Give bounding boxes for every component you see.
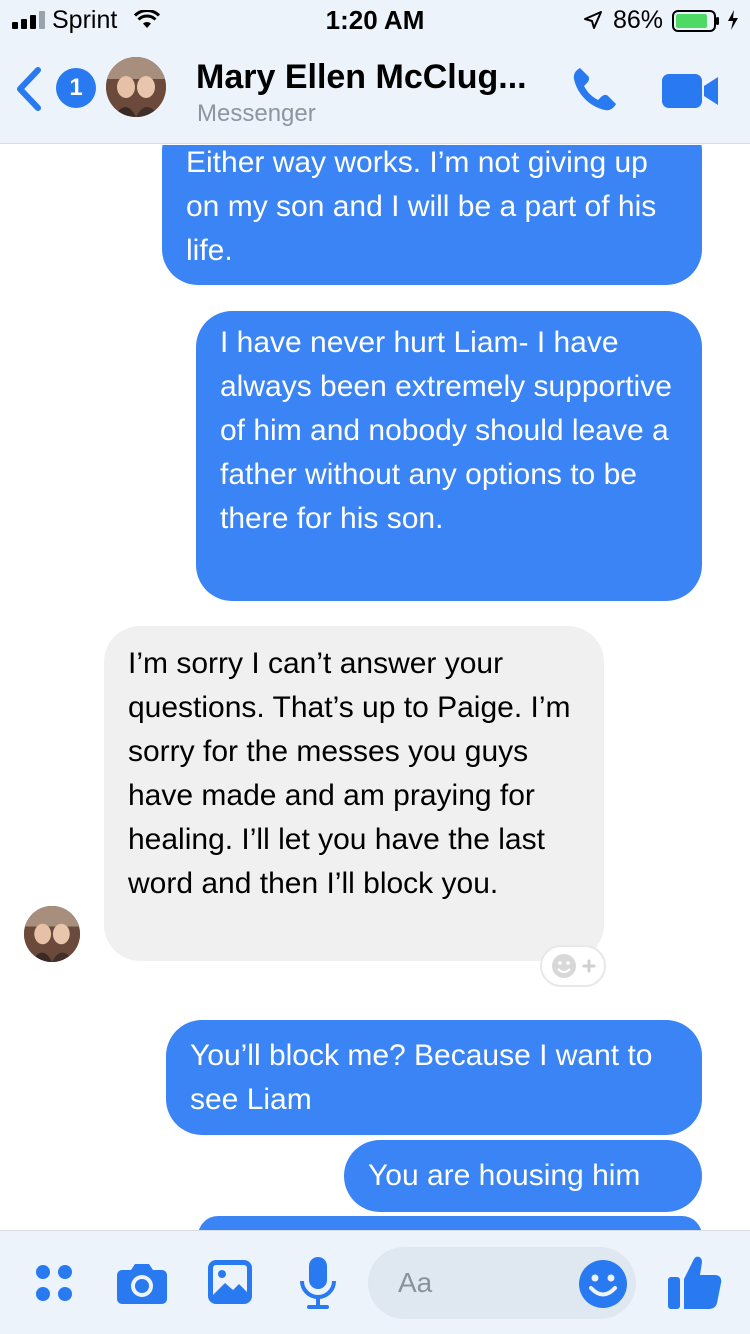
message-bubble-outgoing[interactable]: You are housing him [344,1140,702,1212]
location-arrow-icon [584,11,602,29]
message-bubble-incoming[interactable]: I’m sorry I can’t answer your questions.… [104,626,604,961]
add-reaction-button[interactable] [540,945,606,987]
message-bubble-outgoing[interactable]: Either way works. I’m not giving up on m… [162,145,702,285]
message-thread[interactable]: Either way works. I’m not giving up on m… [0,145,750,1230]
more-apps-icon[interactable] [34,1263,74,1303]
avatar[interactable] [106,57,166,117]
contact-subtitle: Messenger [197,100,316,127]
status-bar: Sprint 1:20 AM 86% [0,0,750,40]
message-bubble-outgoing[interactable]: You’ll block me? Because I want to see L… [166,1020,702,1135]
battery-percent: 86% [613,6,664,34]
emoji-icon[interactable] [578,1259,628,1309]
back-button[interactable]: 1 [14,62,96,118]
composer-bar [0,1230,750,1334]
microphone-icon[interactable] [298,1255,338,1311]
add-reaction-icon [552,954,596,978]
message-bubble-outgoing[interactable]: I have never hurt Liam- I have always be… [196,311,702,601]
battery-icon [672,10,719,32]
thumbs-up-icon[interactable] [666,1253,722,1311]
sender-avatar[interactable] [24,906,80,962]
phone-icon[interactable] [570,64,620,114]
video-camera-icon[interactable] [662,72,720,110]
unread-count-badge: 1 [56,68,96,108]
message-bubble-outgoing-partial[interactable] [198,1216,702,1230]
gallery-icon[interactable] [207,1259,253,1305]
contact-name[interactable]: Mary Ellen McClug... [196,58,527,97]
chevron-left-icon [17,67,41,111]
conversation-header: 1 Mary Ellen McClug... Messenger [0,40,750,144]
camera-icon[interactable] [116,1261,168,1305]
bolt-icon [728,10,738,30]
